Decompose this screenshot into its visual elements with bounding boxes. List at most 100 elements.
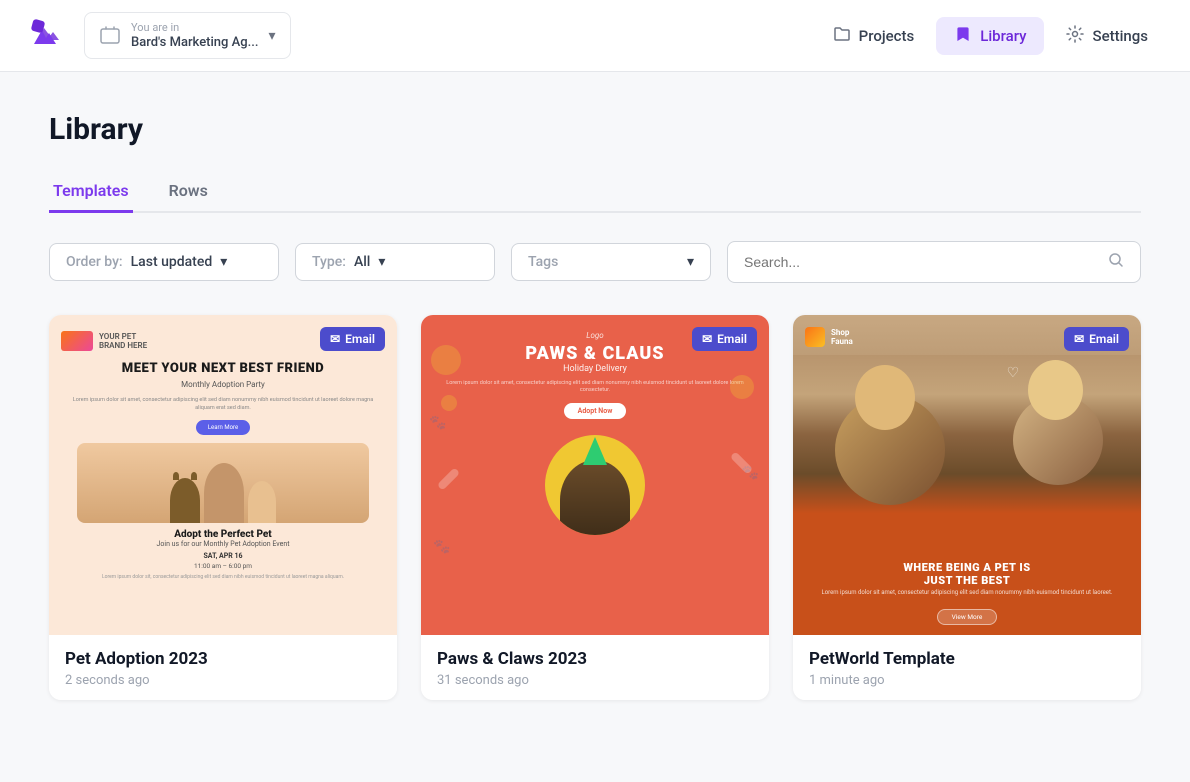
card-2-lorem: Lorem ipsum dolor sit amet, consectetur … (433, 380, 757, 395)
tab-templates[interactable]: Templates (49, 171, 133, 213)
email-badge-3: ✉ Email (1064, 327, 1129, 351)
dog-left-head (855, 365, 915, 430)
tags-placeholder: Tags (528, 254, 558, 270)
tags-select[interactable]: Tags ▾ (511, 243, 711, 281)
order-by-label: Order by: (66, 254, 123, 270)
page-title: Library (49, 112, 1141, 147)
type-value: All (354, 254, 370, 270)
nav-label-library: Library (980, 27, 1026, 45)
email-icon-1: ✉ (330, 332, 340, 346)
card-title-2: Paws & Claws 2023 (437, 649, 753, 669)
card-1-brand-box (61, 331, 93, 351)
bone-1 (437, 467, 460, 490)
card-1-headline: MEET YOUR NEXT BEST FRIEND (122, 361, 324, 376)
deco-circle-2 (441, 395, 457, 411)
search-icon (1108, 252, 1124, 272)
dog-large-silhouette (204, 463, 244, 523)
type-label: Type: (312, 254, 346, 270)
type-select[interactable]: Type: All ▾ (295, 243, 495, 281)
nav-item-settings[interactable]: Settings (1048, 17, 1166, 55)
nav-item-library[interactable]: Library (936, 17, 1044, 55)
workspace-chevron-icon: ▾ (268, 28, 275, 44)
order-by-chevron-icon: ▾ (220, 254, 227, 270)
workspace-selector[interactable]: You are in Bard's Marketing Ag... ▾ (84, 12, 291, 58)
card-3-banner-title: WHERE BEING A PET ISJUST THE BEST (805, 561, 1129, 587)
party-hat (583, 437, 607, 465)
card-3-photo-area: ♡ (793, 355, 1141, 553)
workspace-label: You are in (131, 21, 258, 34)
template-card-petworld[interactable]: ✉ Email ShopFauna (793, 315, 1141, 700)
card-image-petworld: ✉ Email ShopFauna (793, 315, 1141, 635)
card-3-preview: ShopFauna (793, 315, 1141, 635)
paw-3: 🐾 (433, 539, 450, 555)
workspace-text: You are in Bard's Marketing Ag... (131, 21, 258, 49)
email-icon-2: ✉ (702, 332, 712, 346)
card-2-logo: Logo (586, 331, 603, 340)
card-1-brand-text: YOUR PETBRAND HERE (99, 332, 147, 350)
heart-icon: ♡ (1007, 365, 1020, 381)
card-1-learn-more-btn: Learn More (196, 420, 250, 435)
nav-label-settings: Settings (1092, 27, 1148, 45)
card-1-pets-image (77, 443, 369, 523)
card-title-1: Pet Adoption 2023 (65, 649, 381, 669)
folder-icon (833, 25, 851, 47)
card-1-date: SAT, APR 16 (203, 552, 242, 560)
tags-chevron-icon: ▾ (687, 254, 694, 270)
email-badge-2: ✉ Email (692, 327, 757, 351)
card-3-banner: WHERE BEING A PET ISJUST THE BEST Lorem … (793, 553, 1141, 605)
card-2-dog-area (545, 435, 645, 535)
template-card-paws-claws[interactable]: ✉ Email 🐾 🐾 🐾 Logo PAWS & CLAUS Holiday … (421, 315, 769, 700)
dog-small-silhouette (248, 481, 276, 523)
gear-icon (1066, 25, 1084, 47)
template-card-pet-adoption[interactable]: ✉ Email YOUR PETBRAND HERE MEET YOUR NEX… (49, 315, 397, 700)
templates-grid: ✉ Email YOUR PETBRAND HERE MEET YOUR NEX… (49, 315, 1141, 700)
card-1-subhead: Monthly Adoption Party (181, 380, 265, 389)
card-2-preview: 🐾 🐾 🐾 Logo PAWS & CLAUS Holiday Delivery… (421, 315, 769, 635)
deco-circle-1 (431, 345, 461, 375)
order-by-select[interactable]: Order by: Last updated ▾ (49, 243, 279, 281)
card-image-pet-adoption: ✉ Email YOUR PETBRAND HERE MEET YOUR NEX… (49, 315, 397, 635)
pet-silhouettes (170, 463, 276, 523)
email-label-3: Email (1089, 332, 1119, 346)
cat-silhouette (170, 478, 200, 523)
deco-circle-3 (730, 375, 754, 399)
nav-items: Projects Library Settings (815, 17, 1166, 55)
email-badge-1: ✉ Email (320, 327, 385, 351)
card-2-headline: PAWS & CLAUS (525, 344, 664, 364)
card-1-preview: YOUR PETBRAND HERE MEET YOUR NEXT BEST F… (49, 315, 397, 635)
card-timestamp-1: 2 seconds ago (65, 673, 381, 688)
navbar: You are in Bard's Marketing Ag... ▾ Proj… (0, 0, 1190, 72)
card-timestamp-3: 1 minute ago (809, 673, 1125, 688)
shop-name: ShopFauna (831, 328, 853, 346)
card-timestamp-2: 31 seconds ago (437, 673, 753, 688)
search-box (727, 241, 1141, 283)
card-footer-3: PetWorld Template 1 minute ago (793, 635, 1141, 700)
card-3-view-more-btn: View More (937, 609, 998, 625)
filters-bar: Order by: Last updated ▾ Type: All ▾ Tag… (49, 241, 1141, 283)
bookmark-icon (954, 25, 972, 47)
card-title-3: PetWorld Template (809, 649, 1125, 669)
email-icon-3: ✉ (1074, 332, 1084, 346)
paw-1: 🐾 (429, 415, 446, 431)
card-1-brand: YOUR PETBRAND HERE (61, 331, 147, 351)
card-footer-1: Pet Adoption 2023 2 seconds ago (49, 635, 397, 700)
tabs: Templates Rows (49, 171, 1141, 213)
dog-right-area (1013, 355, 1113, 535)
email-label-2: Email (717, 332, 747, 346)
shop-icon (805, 327, 825, 347)
card-3-btn-area: View More (793, 605, 1141, 635)
tab-rows[interactable]: Rows (165, 171, 212, 213)
email-label-1: Email (345, 332, 375, 346)
card-1-lorem-1: Lorem ipsum dolor sit amet, consectetur … (61, 397, 385, 412)
card-1-join-text: Join us for our Monthly Pet Adoption Eve… (157, 540, 290, 548)
card-2-sub: Holiday Delivery (563, 364, 627, 374)
search-input[interactable] (744, 254, 1100, 270)
card-footer-2: Paws & Claws 2023 31 seconds ago (421, 635, 769, 700)
nav-item-projects[interactable]: Projects (815, 17, 933, 55)
card-1-adopt-text: Adopt the Perfect Pet (174, 529, 271, 540)
type-chevron-icon: ▾ (378, 254, 385, 270)
dog-left-area (835, 365, 955, 553)
card-2-adopt-btn: Adopt Now (564, 403, 627, 419)
card-1-footer-lorem: Lorem ipsum dolor sit, consectetur adipi… (102, 574, 344, 580)
yellow-circle (545, 435, 645, 535)
